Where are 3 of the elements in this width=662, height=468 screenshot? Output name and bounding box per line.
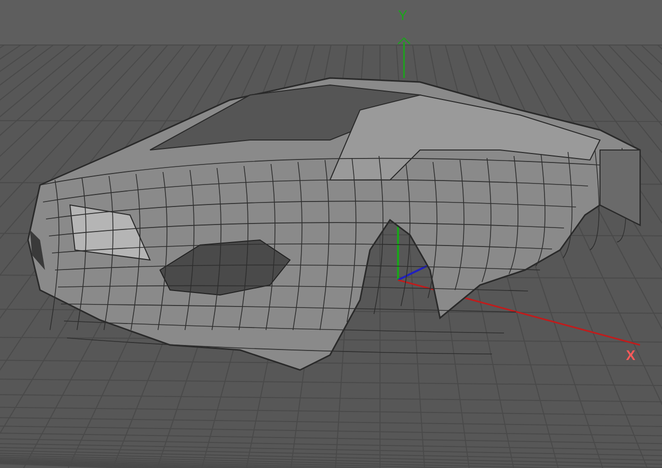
- x-axis-label: X: [626, 347, 636, 363]
- 3d-viewport[interactable]: Y X: [0, 0, 662, 468]
- y-axis-label: Y: [398, 7, 408, 23]
